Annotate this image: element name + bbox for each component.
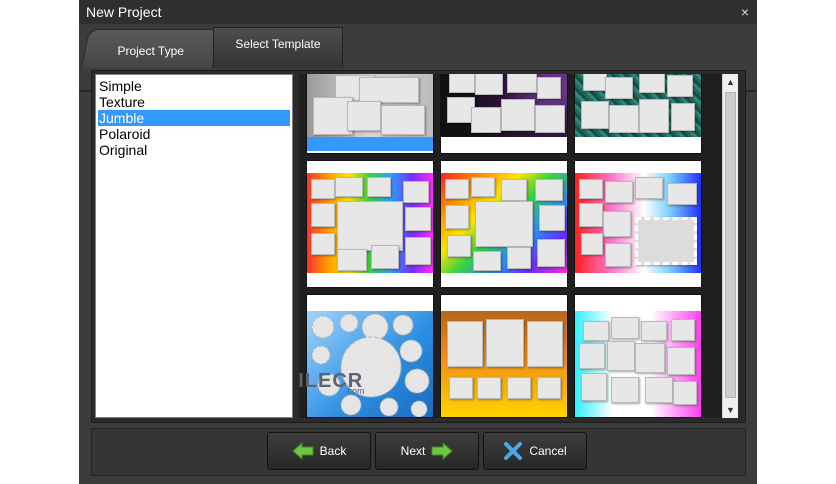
cancel-label: Cancel	[529, 444, 567, 458]
scroll-down-arrow-icon[interactable]: ▼	[723, 402, 738, 418]
back-button[interactable]: Back	[267, 432, 371, 470]
arrow-right-icon	[431, 442, 454, 460]
template-thumbnail[interactable]	[306, 74, 434, 154]
watermark: FILECR .com	[299, 366, 365, 397]
window-title: New Project	[86, 4, 162, 20]
tab-label: Select Template	[235, 37, 321, 51]
arrow-left-icon	[291, 442, 314, 460]
close-icon[interactable]: ×	[737, 0, 753, 24]
next-label: Next	[400, 444, 426, 458]
template-thumbnail[interactable]	[574, 74, 702, 154]
next-button[interactable]: Next	[375, 432, 479, 470]
list-item-jumble[interactable]: Jumble	[98, 110, 290, 126]
scroll-up-arrow-icon[interactable]: ▲	[723, 74, 738, 90]
template-thumbnail[interactable]	[306, 160, 434, 288]
tab-project-type[interactable]: Project Type	[80, 29, 222, 68]
new-project-dialog: New Project × Project Type Select Templa…	[79, 0, 757, 484]
template-scrollbar[interactable]: ▲ ▼	[722, 74, 738, 418]
scroll-thumb[interactable]	[725, 92, 736, 398]
back-label: Back	[319, 444, 347, 458]
template-thumbnail[interactable]	[574, 160, 702, 288]
sunburst-frames	[311, 313, 430, 417]
tab-label: Project Type	[117, 44, 184, 58]
tab-select-template[interactable]: Select Template	[213, 27, 343, 68]
tab-strip: Project Type Select Template	[79, 24, 757, 92]
template-thumbnail[interactable]	[440, 160, 568, 288]
list-item-original[interactable]: Original	[98, 142, 290, 158]
template-grid: FILECR .com	[299, 74, 738, 418]
template-thumbnail[interactable]	[440, 294, 568, 418]
cancel-button[interactable]: Cancel	[483, 432, 587, 470]
list-item-polaroid[interactable]: Polaroid	[98, 126, 290, 142]
list-item-simple[interactable]: Simple	[98, 78, 290, 94]
template-thumbnail[interactable]	[306, 294, 434, 418]
template-thumbnail[interactable]	[440, 74, 568, 154]
x-icon	[504, 442, 523, 460]
list-item-texture[interactable]: Texture	[98, 94, 290, 110]
template-type-list[interactable]: Simple Texture Jumble Polaroid Original	[95, 74, 293, 418]
watermark-suffix: .com	[345, 386, 365, 396]
title-bar: New Project ×	[79, 0, 757, 24]
template-thumbnail[interactable]	[574, 294, 702, 418]
